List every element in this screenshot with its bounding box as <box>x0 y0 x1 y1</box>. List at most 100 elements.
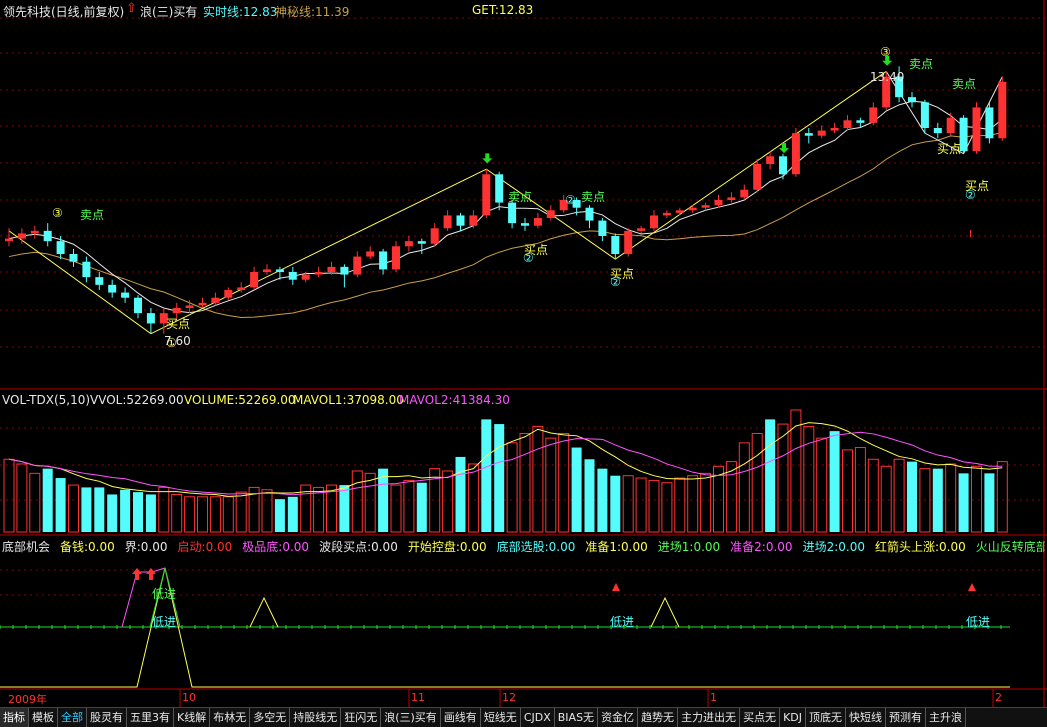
candle-up <box>366 251 375 257</box>
tab-5[interactable]: K线解 <box>174 708 211 727</box>
candle-up <box>327 266 336 272</box>
volume-bar-down <box>765 419 776 532</box>
tab-22[interactable]: 预测有 <box>886 708 926 727</box>
tab-4[interactable]: 五里3有 <box>127 708 174 727</box>
candle-down <box>521 223 529 226</box>
volume-bar-up <box>261 489 273 533</box>
realtime-line <box>8 100 1003 314</box>
candle-down <box>108 284 117 293</box>
tab-1[interactable]: 模板 <box>29 708 58 727</box>
tab-11[interactable]: 画线有 <box>441 708 481 727</box>
candle-up <box>791 133 800 175</box>
candle-up <box>869 107 878 123</box>
candle-down <box>495 174 504 203</box>
indicator-item: 底部选股:0.00 <box>496 540 576 554</box>
volume-bar-up <box>222 496 234 533</box>
candle-up <box>946 117 955 134</box>
tab-2[interactable]: 全部 <box>58 708 87 727</box>
candle-down <box>69 254 78 262</box>
candle-up <box>404 241 413 247</box>
tab-6[interactable]: 布林无 <box>210 708 251 727</box>
tab-15[interactable]: 资金亿 <box>598 708 639 727</box>
candle-up <box>211 297 220 303</box>
tab-18[interactable]: 买点无 <box>740 708 781 727</box>
candle-up <box>469 215 478 226</box>
volume-bar-down <box>597 468 608 532</box>
tab-20[interactable]: 顶底无 <box>806 708 846 727</box>
volume-bar-up <box>545 437 557 533</box>
axis-label-oct: 10 <box>182 691 196 704</box>
tab-17[interactable]: 主力进出无 <box>678 708 741 727</box>
indicator-values: 备钱:0.00 界:0.00 启动:0.00 极品底:0.00 波段买点:0.00 开始控… <box>60 538 1045 554</box>
red-up-arrow-icon <box>146 568 156 580</box>
candle-up <box>533 218 542 226</box>
tab-13[interactable]: CJDX <box>521 708 555 727</box>
buy-label-1: 买点 <box>166 317 191 331</box>
candle-up <box>701 205 710 208</box>
sell-label-3: 卖点 <box>581 190 606 204</box>
volume-bar-up <box>209 496 221 533</box>
buy-label-4: 买点 <box>937 142 962 156</box>
wave-label-2a: ② <box>523 251 534 265</box>
tab-12[interactable]: 短线无 <box>481 708 521 727</box>
candle-up <box>443 215 452 229</box>
volume-bar-down <box>94 487 105 532</box>
volume-bar-up <box>364 472 376 533</box>
indicator-item: 启动:0.00 <box>177 540 233 554</box>
tab-0[interactable]: 指标 <box>0 708 29 727</box>
volume-bar-up <box>854 447 866 533</box>
tab-21[interactable]: 快短线 <box>846 708 886 727</box>
high-price-label: 13.40 <box>870 70 905 84</box>
axis-label-feb: 2 <box>995 691 1002 704</box>
sell-label-5: 卖点 <box>952 77 977 91</box>
indicator-item: 进场2:0.00 <box>802 540 865 554</box>
volume-bar-up <box>622 475 634 533</box>
candle-down <box>908 97 916 103</box>
candle-down <box>288 272 297 280</box>
volume-bar-up <box>661 482 673 533</box>
volume-bar-up <box>816 437 828 533</box>
tab-16[interactable]: 趋势无 <box>638 708 679 727</box>
tab-10[interactable]: 浪(三)买有 <box>381 708 441 727</box>
wave-label-3b: ③ <box>880 45 891 59</box>
indicator-item: 进场1:0.00 <box>657 540 721 554</box>
volume-bar-down <box>455 456 466 532</box>
indicator-item: 准备1:0.00 <box>585 540 648 554</box>
candle-down <box>804 133 813 136</box>
volume-bar-up <box>996 461 1008 533</box>
dijin-label-3: 低进 <box>610 615 635 629</box>
candle-down <box>275 269 284 272</box>
volume-bar-up <box>3 458 15 533</box>
volume-bar-up <box>351 470 363 533</box>
tab-14[interactable]: BIAS无 <box>555 708 599 727</box>
tab-23[interactable]: 主升浪 <box>926 708 966 727</box>
mavol1-line <box>8 422 1003 497</box>
candle-up <box>30 230 39 234</box>
volume-bar-down <box>958 473 969 532</box>
candle-up <box>198 302 207 306</box>
dijin-label-2: 低进 <box>152 615 177 629</box>
red-triangle-icon <box>968 583 976 591</box>
volume-label: VOLUME:52269.00 <box>184 393 296 407</box>
tab-8[interactable]: 持股线无 <box>290 708 342 727</box>
candle-up <box>714 200 723 206</box>
candle-down <box>95 277 104 285</box>
volume-bar-down <box>829 431 840 532</box>
candle-down <box>933 128 942 134</box>
volume-bar-down <box>571 447 582 532</box>
mystery-line <box>8 131 1003 318</box>
tab-7[interactable]: 多空无 <box>250 708 291 727</box>
candle-up <box>727 197 736 200</box>
sell-label-2: 卖点 <box>508 190 533 204</box>
volume-bar-down <box>610 475 621 532</box>
volume-bar-down <box>120 489 131 532</box>
volume-bar-down <box>584 459 595 532</box>
volume-bar-up <box>700 472 712 533</box>
tab-19[interactable]: KDJ <box>780 708 806 727</box>
indicator-item: 备钱:0.00 <box>60 540 115 554</box>
tab-3[interactable]: 股灵有 <box>87 708 127 727</box>
indicator-item: 开始控盘:0.00 <box>407 540 487 554</box>
candle-up <box>172 308 181 314</box>
volume-bar-up <box>867 458 879 533</box>
tab-9[interactable]: 狂闪无 <box>341 708 382 727</box>
